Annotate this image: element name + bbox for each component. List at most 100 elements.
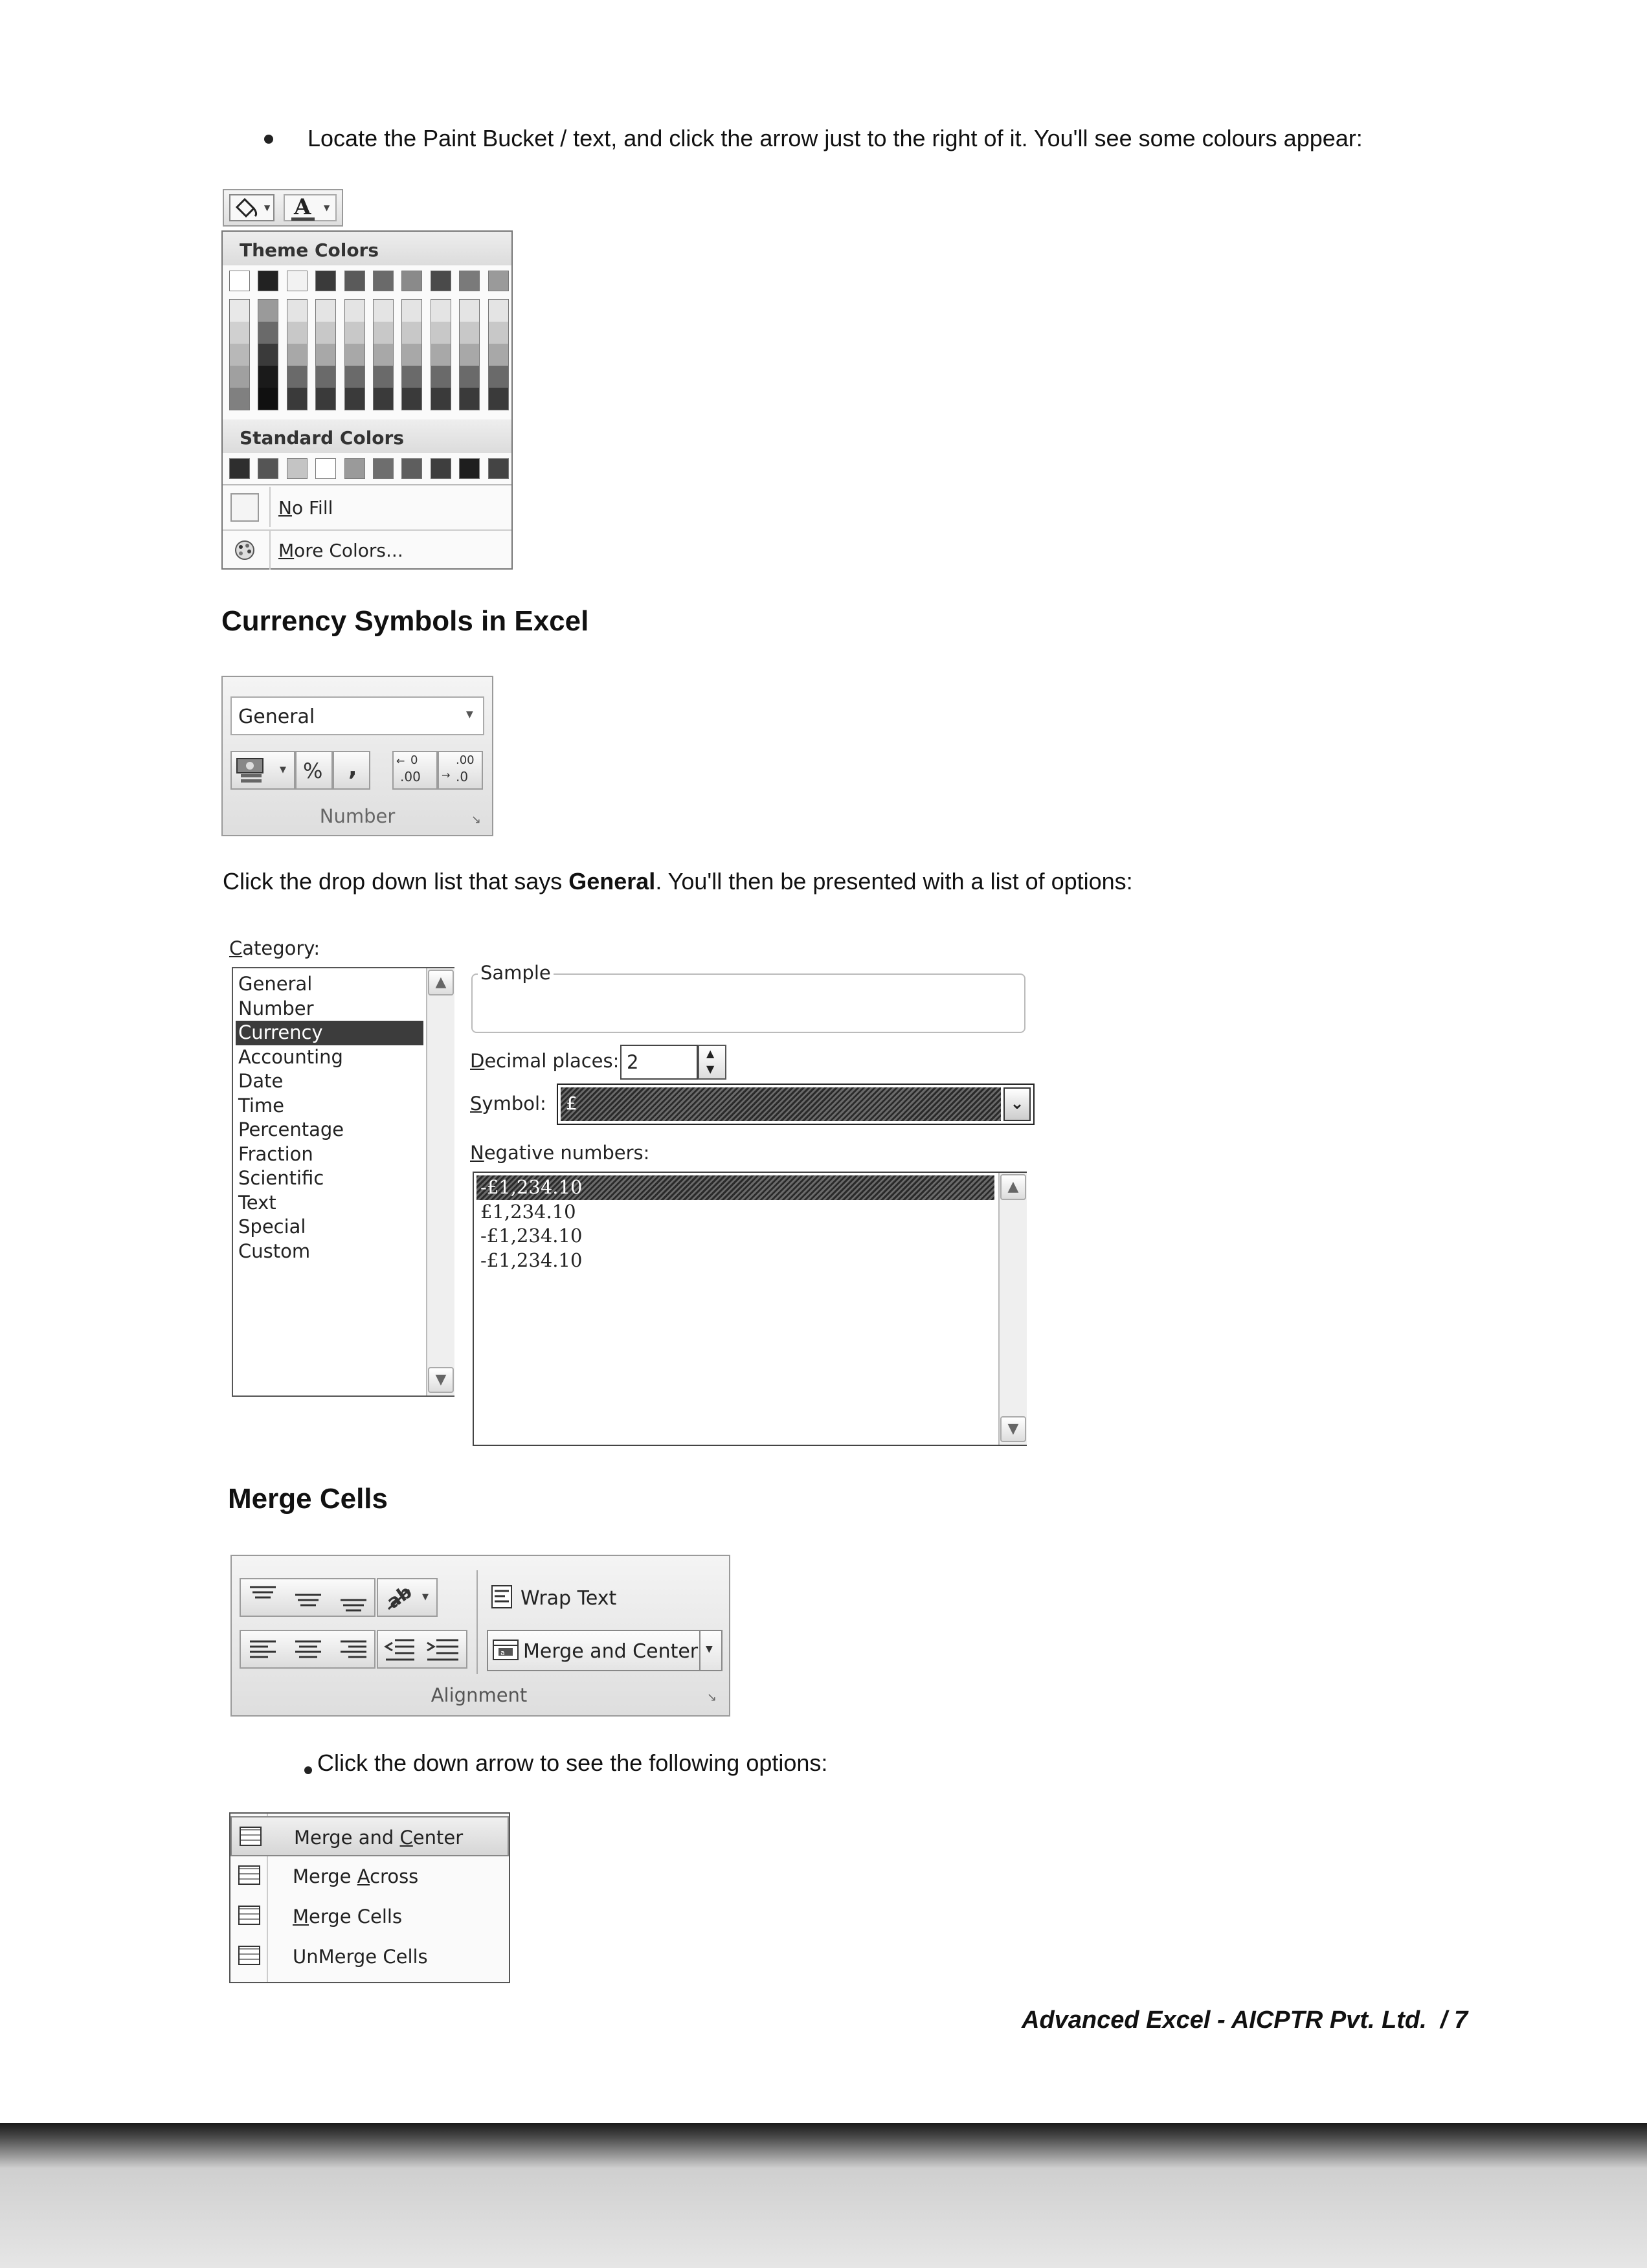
theme-shade-column[interactable] (401, 299, 423, 410)
font-color-arrow-icon[interactable]: ▼ (324, 203, 330, 212)
standard-color-swatch[interactable] (459, 458, 480, 479)
theme-shade-column[interactable] (315, 299, 337, 410)
merge-menu-item[interactable]: UnMerge Cells (230, 1937, 509, 1977)
theme-shade-column[interactable] (373, 299, 394, 410)
spin-down-icon[interactable]: ▼ (706, 1063, 714, 1075)
theme-color-swatch[interactable] (401, 271, 423, 291)
merge-menu-item[interactable]: Merge Cells (230, 1896, 509, 1937)
category-item[interactable]: Percentage (236, 1118, 423, 1142)
merge-center-button[interactable]: a Merge and Center ▼ (487, 1630, 723, 1671)
theme-color-swatch[interactable] (258, 271, 279, 291)
merge-option-label: Merge and Center (294, 1827, 464, 1849)
merge-menu-item[interactable]: Merge and Center (230, 1816, 509, 1856)
theme-shade-column[interactable] (229, 299, 250, 410)
number-group-label: Number (319, 805, 396, 827)
theme-color-swatch[interactable] (344, 271, 365, 291)
theme-color-swatch[interactable] (229, 271, 250, 291)
merge-menu-item[interactable]: Merge Across (230, 1856, 509, 1896)
symbol-dropdown[interactable]: £ ⌄ (557, 1084, 1035, 1125)
indent-buttons[interactable] (377, 1630, 467, 1669)
negative-number-option[interactable]: -£1,234.10 (476, 1224, 994, 1249)
category-scrollbar[interactable]: ▲ ▼ (426, 968, 454, 1395)
negative-numbers-list[interactable]: -£1,234.10 £1,234.10 -£1,234.10 -£1,234.10 … (473, 1172, 1027, 1446)
standard-colors-header: Standard Colors (223, 419, 511, 453)
paint-bucket-arrow-icon[interactable]: ▼ (264, 203, 270, 212)
category-list[interactable]: General Number Currency Accounting Date Time P… (232, 967, 454, 1397)
scroll-up-icon[interactable]: ▲ (428, 970, 454, 995)
category-item[interactable]: Number (236, 997, 423, 1021)
theme-color-swatch[interactable] (373, 271, 394, 291)
negative-number-option[interactable]: -£1,234.10 (476, 1249, 994, 1273)
currency-icon (236, 758, 263, 783)
standard-color-swatch[interactable] (315, 458, 337, 479)
category-item[interactable]: General (236, 972, 423, 997)
category-item[interactable]: Accounting (236, 1045, 423, 1070)
theme-shade-column[interactable] (258, 299, 279, 410)
dialog-launcher-icon[interactable]: ↘ (707, 1691, 717, 1704)
decimal-places-input[interactable]: 2 (620, 1045, 698, 1080)
theme-color-swatch[interactable] (286, 271, 308, 291)
more-colors-item[interactable]: More Colors... (223, 529, 511, 570)
font-color-button[interactable]: A ▼ (284, 194, 337, 221)
vertical-align-buttons[interactable] (240, 1578, 375, 1617)
merge-center-arrow-icon[interactable]: ▼ (706, 1644, 713, 1654)
standard-color-swatch[interactable] (373, 458, 394, 479)
theme-shade-column[interactable] (459, 299, 480, 410)
category-item[interactable]: Date (236, 1069, 423, 1094)
standard-color-swatch[interactable] (430, 458, 451, 479)
currency-format-button[interactable]: ▼ (230, 751, 295, 790)
no-fill-item[interactable]: No Fill (223, 487, 511, 527)
standard-color-swatch[interactable] (258, 458, 279, 479)
category-item[interactable]: Custom (236, 1240, 423, 1264)
standard-color-swatch[interactable] (229, 458, 250, 479)
category-item[interactable]: Currency (236, 1021, 423, 1045)
theme-color-swatch[interactable] (315, 271, 337, 291)
category-item[interactable]: Fraction (236, 1142, 423, 1167)
theme-color-swatch[interactable] (487, 271, 509, 291)
svg-text:a: a (500, 1649, 505, 1657)
horizontal-align-buttons[interactable] (240, 1630, 375, 1669)
theme-shade-column[interactable] (487, 299, 509, 410)
increase-decimal-button[interactable]: ← 0 .00 (392, 751, 438, 790)
currency-arrow-icon[interactable]: ▼ (280, 765, 286, 775)
scroll-up-icon[interactable]: ▲ (1000, 1174, 1026, 1200)
decrease-decimal-button[interactable]: .00 → .0 (438, 751, 483, 790)
theme-color-swatch[interactable] (459, 271, 480, 291)
category-item[interactable]: Time (236, 1094, 423, 1118)
theme-colors-header: Theme Colors (223, 232, 511, 265)
negative-number-option[interactable]: -£1,234.10 (476, 1175, 994, 1200)
dialog-launcher-icon[interactable]: ↘ (471, 813, 481, 827)
category-item[interactable]: Scientific (236, 1166, 423, 1191)
symbol-dropdown-button[interactable]: ⌄ (1003, 1087, 1031, 1121)
no-fill-mnemonic: N (278, 497, 292, 518)
number-format-dropdown[interactable]: General ▼ (230, 696, 484, 735)
standard-color-swatch[interactable] (344, 458, 365, 479)
decimal-spinner[interactable]: ▲ ▼ (698, 1045, 726, 1080)
paint-bucket-button[interactable]: ▼ (229, 194, 274, 221)
theme-shade-column[interactable] (344, 299, 365, 410)
orientation-button[interactable]: ab ▼ (377, 1578, 438, 1617)
menu-gutter (269, 487, 271, 527)
standard-color-swatch[interactable] (401, 458, 423, 479)
orientation-arrow-icon[interactable]: ▼ (422, 1592, 429, 1602)
category-item[interactable]: Text (236, 1191, 423, 1216)
percent-style-button[interactable]: % (295, 751, 333, 790)
merge-menu-items: Merge and Center Merge Across Merge Cells U… (230, 1816, 509, 1977)
comma-style-button[interactable]: , (333, 751, 370, 790)
left-arrow-icon: ← (396, 755, 405, 767)
scroll-down-icon[interactable]: ▼ (1000, 1416, 1026, 1442)
negative-scrollbar[interactable]: ▲ ▼ (998, 1173, 1027, 1445)
theme-shade-column[interactable] (430, 299, 451, 410)
theme-color-grid[interactable] (223, 267, 511, 418)
standard-color-swatch[interactable] (286, 458, 308, 479)
theme-color-swatch[interactable] (430, 271, 451, 291)
right-arrow-icon: → (442, 769, 451, 781)
standard-color-swatch[interactable] (487, 458, 509, 479)
spin-up-icon[interactable]: ▲ (706, 1047, 714, 1060)
wrap-text-button[interactable]: Wrap Text (488, 1578, 721, 1617)
scroll-down-icon[interactable]: ▼ (428, 1367, 454, 1393)
negative-number-option[interactable]: £1,234.10 (476, 1200, 994, 1225)
standard-color-row[interactable] (223, 454, 511, 483)
category-item[interactable]: Special (236, 1215, 423, 1240)
theme-shade-column[interactable] (286, 299, 308, 410)
